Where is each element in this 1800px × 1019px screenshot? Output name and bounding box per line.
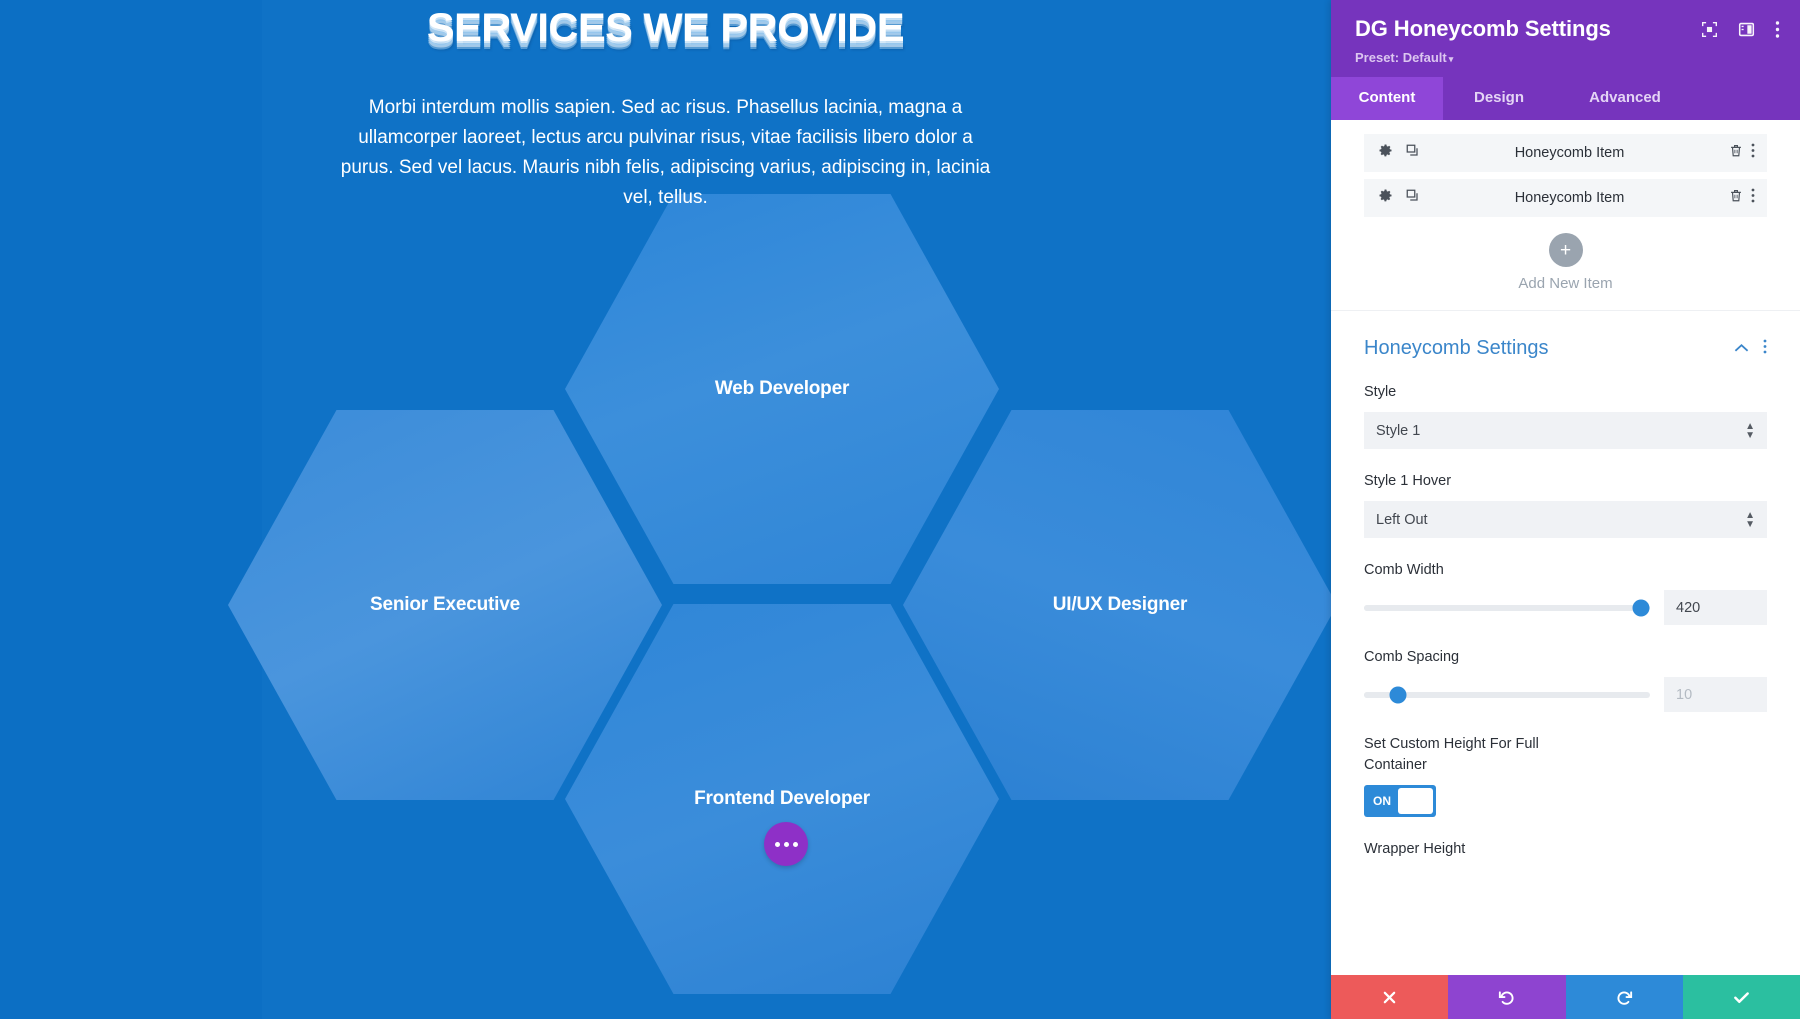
kebab-menu-icon[interactable] xyxy=(1775,20,1780,44)
field-label-comb-spacing: Comb Spacing xyxy=(1364,649,1460,665)
honeycomb-item-title: Honeycomb Item xyxy=(1514,190,1625,206)
add-new-item-label: Add New Item xyxy=(1518,275,1613,292)
ellipsis-icon xyxy=(792,841,798,847)
panel-body: Honeycomb Item Honeycomb Item + Add New … xyxy=(1331,120,1800,975)
chevron-updown-icon: ▲ ▼ xyxy=(1745,509,1755,530)
honeycomb-item-row[interactable]: Honeycomb Item xyxy=(1364,134,1767,172)
gear-icon[interactable] xyxy=(1378,143,1393,163)
field-style-hover: Style 1 Hover Left Out ▲ ▼ xyxy=(1364,471,1767,538)
style-hover-select[interactable]: Left Out ▲ ▼ xyxy=(1364,501,1767,538)
honeycomb-cell-ui-ux-designer[interactable]: UI/UX Designer xyxy=(903,410,1331,800)
honeycomb-cell-label: UI/UX Designer xyxy=(1052,594,1188,615)
gear-icon[interactable] xyxy=(1378,188,1393,208)
preset-label: Preset: Default xyxy=(1355,50,1447,65)
comb-spacing-input[interactable]: 10 xyxy=(1664,677,1767,712)
field-custom-height: Set Custom Height For Full Container ON xyxy=(1364,734,1767,817)
panel-title: DG Honeycomb Settings xyxy=(1355,16,1611,41)
honeycomb-settings-section: Honeycomb Settings Style Style 1 ▲ ▼ Sty… xyxy=(1331,311,1800,860)
honeycomb-cell-senior-executive[interactable]: Senior Executive xyxy=(228,410,662,800)
undo-button[interactable] xyxy=(1448,975,1566,1019)
add-new-item-area[interactable]: + Add New Item xyxy=(1331,233,1800,311)
field-style: Style Style 1 ▲ ▼ xyxy=(1364,382,1767,449)
field-comb-spacing: Comb Spacing 10 xyxy=(1364,647,1767,712)
panel-tabs: Content Design Advanced xyxy=(1331,77,1800,120)
cancel-button[interactable] xyxy=(1331,975,1449,1019)
save-button[interactable] xyxy=(1682,975,1800,1019)
comb-width-input[interactable]: 420 xyxy=(1664,590,1767,625)
honeycomb-cell-frontend-developer[interactable]: Frontend Developer xyxy=(565,604,999,994)
chevron-up-icon[interactable] xyxy=(1734,340,1749,358)
chevron-down-icon: ▾ xyxy=(1448,54,1454,64)
tab-advanced[interactable]: Advanced xyxy=(1555,77,1695,120)
field-label-comb-width: Comb Width xyxy=(1364,562,1444,578)
divi-builder-fab-button[interactable] xyxy=(764,822,808,866)
kebab-menu-icon[interactable] xyxy=(1751,188,1755,208)
page-title: SERVICES WE PROVIDE xyxy=(426,6,905,50)
style-select-value: Style 1 xyxy=(1376,422,1421,439)
preset-selector[interactable]: Preset: Default ▾ xyxy=(1355,50,1780,65)
honeycomb-grid: Web Developer Senior Executive UI/UX Des… xyxy=(0,194,1331,1019)
slider-handle[interactable] xyxy=(1389,686,1407,703)
tab-content[interactable]: Content xyxy=(1331,77,1443,120)
chevron-updown-icon: ▲ ▼ xyxy=(1745,420,1755,441)
panel-footer xyxy=(1331,975,1800,1019)
module-settings-panel: DG Honeycomb Settings Preset: Default ▾ … xyxy=(1331,0,1800,1019)
trash-icon[interactable] xyxy=(1729,188,1743,208)
honeycomb-item-title: Honeycomb Item xyxy=(1514,145,1625,161)
honeycomb-cell-label: Frontend Developer xyxy=(694,788,870,809)
custom-height-toggle[interactable]: ON xyxy=(1364,785,1436,817)
redo-button[interactable] xyxy=(1565,975,1683,1019)
field-label-custom-height: Set Custom Height For Full Container xyxy=(1364,736,1539,773)
section-title: Honeycomb Settings xyxy=(1364,337,1549,359)
plus-icon[interactable]: + xyxy=(1548,233,1583,267)
honeycomb-cell-label: Web Developer xyxy=(714,378,850,399)
toggle-state-label: ON xyxy=(1373,794,1391,808)
honeycomb-item-row[interactable]: Honeycomb Item xyxy=(1364,179,1767,217)
style-hover-select-value: Left Out xyxy=(1376,511,1428,528)
slider-handle[interactable] xyxy=(1632,599,1650,616)
kebab-menu-icon[interactable] xyxy=(1763,339,1767,359)
focus-target-icon[interactable] xyxy=(1701,21,1718,43)
field-label-style-hover: Style 1 Hover xyxy=(1364,473,1452,489)
comb-width-slider[interactable] xyxy=(1364,599,1650,616)
toggle-knob xyxy=(1398,788,1433,814)
field-wrapper-height: Wrapper Height xyxy=(1364,839,1767,860)
panel-header: DG Honeycomb Settings Preset: Default ▾ xyxy=(1331,0,1800,77)
hero-section: SERVICES WE PROVIDE Morbi interdum molli… xyxy=(0,0,1331,220)
panel-layout-icon[interactable] xyxy=(1738,21,1755,43)
ellipsis-icon xyxy=(774,841,780,847)
field-label-style: Style xyxy=(1364,384,1397,400)
comb-spacing-slider[interactable] xyxy=(1364,686,1650,703)
kebab-menu-icon[interactable] xyxy=(1751,143,1755,163)
field-comb-width: Comb Width 420 xyxy=(1364,560,1767,625)
hero-paragraph: Morbi interdum mollis sapien. Sed ac ris… xyxy=(340,97,991,208)
trash-icon[interactable] xyxy=(1729,143,1743,163)
field-label-wrapper-height: Wrapper Height xyxy=(1364,841,1466,857)
website-preview-canvas: SERVICES WE PROVIDE Morbi interdum molli… xyxy=(0,0,1331,1019)
section-header[interactable]: Honeycomb Settings xyxy=(1364,337,1767,360)
tab-design[interactable]: Design xyxy=(1443,77,1555,120)
ellipsis-icon xyxy=(783,841,789,847)
honeycomb-cell-web-developer[interactable]: Web Developer xyxy=(565,194,999,584)
slider-fill xyxy=(1364,604,1642,611)
style-select[interactable]: Style 1 ▲ ▼ xyxy=(1364,412,1767,449)
honeycomb-cell-label: Senior Executive xyxy=(370,594,520,615)
